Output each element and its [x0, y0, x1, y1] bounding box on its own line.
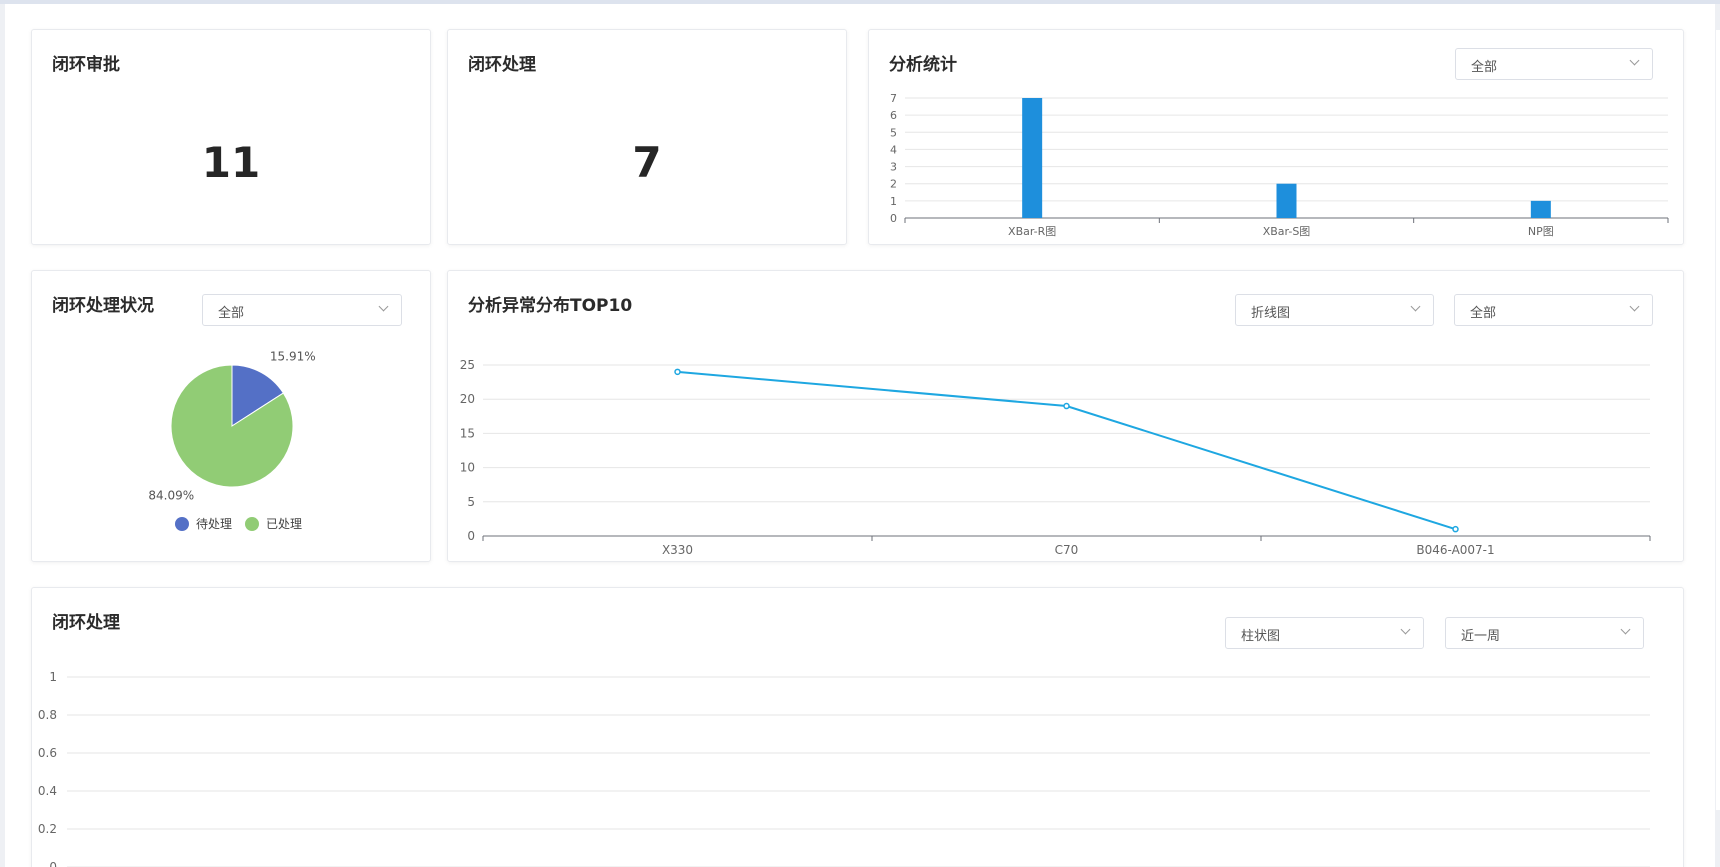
anomaly-line-chart: 0 5 10 15 20 25 X330 C70 B046-A007-1 — [460, 358, 1651, 557]
series-line — [677, 370, 1456, 531]
y-tick-label: 1 — [49, 670, 57, 684]
y-tick-label: 15 — [460, 426, 475, 440]
y-tick-label: 5 — [890, 126, 897, 139]
bar — [1530, 200, 1551, 218]
approval-title: 闭环审批 — [52, 55, 120, 75]
analysis-stats-chart: 0 1 2 3 4 5 6 7 XBar-R图 XBar-S图 NP图 — [890, 92, 1669, 238]
y-tick-label: 10 — [460, 461, 475, 475]
analysis-stats-panel: 分析统计 全部 0 1 2 3 4 5 6 7 XBar-R图 XBar-S图 NP图 — [868, 29, 1684, 245]
scrollbar[interactable] — [1716, 30, 1720, 810]
y-tick-label: 5 — [467, 495, 475, 509]
y-tick-label: 0.8 — [38, 708, 57, 722]
processing-title: 闭环处理 — [468, 55, 536, 75]
bar — [1276, 183, 1297, 218]
anomaly-panel: 分析异常分布TOP10 折线图 全部 0 5 10 15 20 25 X330 C70 B046… — [447, 270, 1684, 562]
pie-slice-label: 84.09% — [148, 488, 194, 502]
y-tick-label: 7 — [890, 92, 897, 105]
x-tick-label: X330 — [662, 543, 693, 557]
y-tick-label: 0.4 — [38, 784, 57, 798]
x-tick-label: NP图 — [1528, 225, 1554, 238]
status-pie-chart: 15.91% 84.09% 待处理 已处理 — [148, 350, 316, 531]
approval-count: 11 — [201, 138, 261, 187]
closed-loop-chart: 0 0.2 0.4 0.6 0.8 1 — [38, 670, 1650, 867]
bar — [1022, 98, 1043, 218]
processing-count: 7 — [632, 138, 662, 187]
x-tick-label: XBar-S图 — [1263, 225, 1311, 238]
data-point — [1063, 402, 1070, 410]
legend-label: 已处理 — [266, 517, 302, 531]
legend-marker — [245, 517, 259, 531]
y-tick-label: 0.2 — [38, 822, 57, 836]
data-point — [1452, 525, 1459, 533]
y-tick-label: 1 — [890, 195, 897, 208]
data-point — [674, 368, 681, 376]
y-tick-label: 20 — [460, 392, 475, 406]
y-tick-label: 25 — [460, 358, 475, 372]
closed-loop-panel: 闭环处理 柱状图 近一周 0 0.2 0.4 0.6 0.8 1 — [31, 587, 1684, 867]
y-tick-label: 4 — [890, 143, 897, 156]
x-tick-label: XBar-R图 — [1008, 225, 1056, 238]
y-tick-label: 2 — [890, 178, 897, 191]
legend-label: 待处理 — [196, 517, 232, 531]
x-tick-label: C70 — [1055, 543, 1079, 557]
y-tick-label: 6 — [890, 109, 897, 122]
y-tick-label: 0 — [49, 860, 57, 867]
legend-marker — [175, 517, 189, 531]
processing-panel: 闭环处理 7 — [447, 29, 847, 245]
approval-panel: 闭环审批 11 — [31, 29, 431, 245]
y-tick-label: 0 — [890, 212, 897, 225]
y-tick-label: 0.6 — [38, 746, 57, 760]
y-tick-label: 0 — [467, 529, 475, 543]
y-tick-label: 3 — [890, 161, 897, 174]
x-tick-label: B046-A007-1 — [1416, 543, 1494, 557]
status-panel: 闭环处理状况 全部 15.91% 84.09% 待处理 已处理 — [31, 270, 431, 562]
pie-slice-label: 15.91% — [270, 350, 316, 364]
